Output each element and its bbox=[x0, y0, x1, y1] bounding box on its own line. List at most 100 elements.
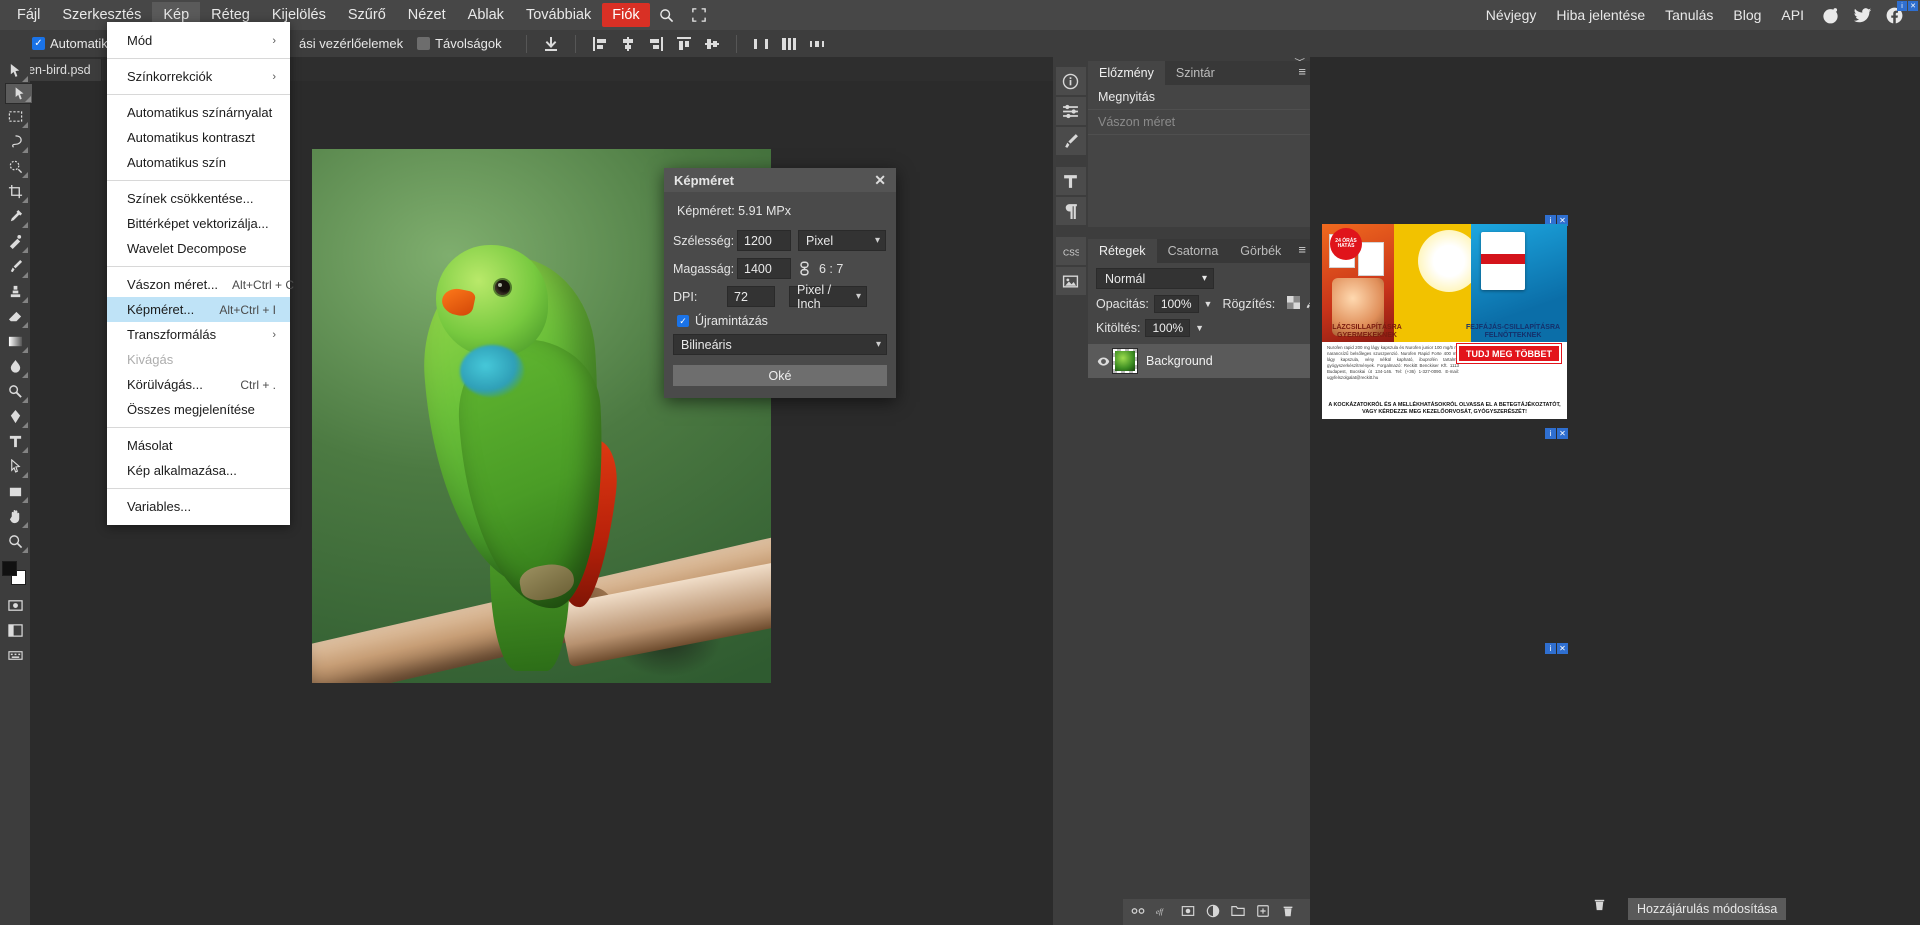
tab-gorbek[interactable]: Görbék bbox=[1229, 239, 1292, 263]
tab-csatorna[interactable]: Csatorna bbox=[1157, 239, 1230, 263]
ad-cta-button[interactable]: TUDJ MEG TÖBBET bbox=[1457, 344, 1561, 363]
image-icon[interactable] bbox=[1056, 267, 1086, 295]
tool-lasso[interactable] bbox=[1, 129, 29, 154]
ad-close-icon[interactable]: ✕ bbox=[1908, 1, 1918, 11]
ad-info-icon[interactable]: i bbox=[1897, 1, 1907, 11]
layer-thumbnail[interactable] bbox=[1112, 348, 1138, 374]
menu-item-fajl[interactable]: Fájl bbox=[6, 2, 51, 28]
tool-eyedropper[interactable] bbox=[1, 204, 29, 229]
tool-crop[interactable] bbox=[1, 179, 29, 204]
menu-item-nevjegy[interactable]: Névjegy bbox=[1476, 2, 1547, 28]
consent-tooltip[interactable]: Hozzájárulás módosítása bbox=[1628, 898, 1786, 920]
blend-mode-select[interactable]: Normál ▾ bbox=[1096, 268, 1214, 289]
panel-menu-icon[interactable]: ≡ bbox=[1298, 65, 1306, 78]
advertisement-banner[interactable]: 24 ÓRÁS HATÁS LÁZCSILLAPÍTÁSRA GYERMEKEK… bbox=[1322, 224, 1567, 419]
menu-item-bitterkepet-vektorizalja[interactable]: Bittérképet vektorizálja... bbox=[107, 211, 290, 236]
delete-layer-icon[interactable] bbox=[1281, 904, 1295, 921]
fill-dropdown-icon[interactable]: ▼ bbox=[1195, 323, 1204, 333]
tab-elozmeny[interactable]: Előzmény bbox=[1088, 61, 1165, 85]
menu-item-kepmeret[interactable]: Képméret... Alt+Ctrl + I bbox=[107, 297, 290, 322]
keyboard-icon[interactable] bbox=[1, 643, 29, 668]
auto-select-checkbox[interactable]: ✓ bbox=[32, 37, 45, 50]
menu-item-fiok[interactable]: Fiók bbox=[602, 3, 649, 27]
menu-item-hiba-jelentese[interactable]: Hiba jelentése bbox=[1546, 2, 1655, 28]
twitter-icon[interactable] bbox=[1851, 4, 1873, 26]
paragraph-icon[interactable] bbox=[1056, 197, 1086, 225]
trash-icon[interactable] bbox=[1592, 897, 1607, 915]
css-icon[interactable]: CSS bbox=[1056, 237, 1086, 265]
brush-settings-icon[interactable] bbox=[1056, 127, 1086, 155]
close-icon[interactable]: ✕ bbox=[871, 171, 889, 189]
tool-path-select[interactable] bbox=[1, 454, 29, 479]
tool-stamp[interactable] bbox=[1, 279, 29, 304]
auto-select-option[interactable]: ✓ Automatiku bbox=[32, 36, 115, 51]
adjustment-layer-icon[interactable] bbox=[1206, 904, 1220, 921]
eye-icon[interactable] bbox=[1094, 355, 1112, 368]
tool-shape[interactable] bbox=[1, 479, 29, 504]
new-group-icon[interactable] bbox=[1231, 904, 1245, 921]
menu-item-automatikus-kontraszt[interactable]: Automatikus kontraszt bbox=[107, 125, 290, 150]
ad-close-icon[interactable]: ✕ bbox=[1557, 643, 1568, 654]
ad-info-icon[interactable]: i bbox=[1545, 643, 1556, 654]
layer-effects-icon[interactable]: eff bbox=[1156, 904, 1170, 921]
tab-szintar[interactable]: Szintár bbox=[1165, 61, 1226, 85]
layer-name[interactable]: Background bbox=[1146, 354, 1213, 368]
link-layers-icon[interactable] bbox=[1131, 904, 1145, 921]
resample-option[interactable]: ✓ Újramintázás bbox=[677, 314, 887, 328]
menu-item-korulvagas[interactable]: Körülvágás... Ctrl + . bbox=[107, 372, 290, 397]
tab-retegek[interactable]: Rétegek bbox=[1088, 239, 1157, 263]
align-right-icon[interactable] bbox=[643, 33, 669, 54]
tool-quick-select[interactable] bbox=[1, 154, 29, 179]
download-icon[interactable] bbox=[538, 33, 564, 54]
menu-item-wavelet-decompose[interactable]: Wavelet Decompose bbox=[107, 236, 290, 261]
menu-item-tovabbiak[interactable]: Továbbiak bbox=[515, 2, 602, 28]
history-item-megnyitas[interactable]: Megnyitás bbox=[1088, 85, 1310, 109]
height-input[interactable] bbox=[737, 258, 791, 279]
distribute-h-icon[interactable] bbox=[748, 33, 774, 54]
lock-transparency-icon[interactable] bbox=[1287, 296, 1300, 312]
menu-item-kep-alkalmazasa[interactable]: Kép alkalmazása... bbox=[107, 458, 290, 483]
menu-item-variables[interactable]: Variables... bbox=[107, 494, 290, 519]
history-list[interactable]: Megnyitás Vászon méret bbox=[1088, 85, 1310, 227]
resample-checkbox[interactable]: ✓ bbox=[677, 315, 689, 327]
link-chain-icon[interactable] bbox=[797, 259, 812, 278]
quick-mask-icon[interactable] bbox=[1, 593, 29, 618]
menu-item-tanulas[interactable]: Tanulás bbox=[1655, 2, 1723, 28]
ad-info-icon[interactable]: i bbox=[1545, 428, 1556, 439]
opacity-dropdown-icon[interactable]: ▼ bbox=[1204, 299, 1213, 309]
menu-item-szinkorrekciok[interactable]: Színkorrekciók › bbox=[107, 64, 290, 89]
menu-item-osszes-megjelenitese[interactable]: Összes megjelenítése bbox=[107, 397, 290, 422]
distances-option[interactable]: ✓ Távolságok bbox=[417, 36, 501, 51]
tool-type[interactable] bbox=[1, 429, 29, 454]
width-unit-select[interactable]: Pixel ▾ bbox=[798, 230, 886, 251]
menu-item-szinek-csokkentese[interactable]: Színek csökkentése... bbox=[107, 186, 290, 211]
width-input[interactable] bbox=[737, 230, 791, 251]
fullscreen-icon[interactable] bbox=[683, 3, 715, 27]
panel-menu-icon[interactable]: ≡ bbox=[1298, 243, 1306, 256]
table-row[interactable]: Background bbox=[1088, 344, 1310, 378]
tool-eraser[interactable] bbox=[1, 304, 29, 329]
tool-healing-brush[interactable] bbox=[1, 229, 29, 254]
align-center-icon[interactable] bbox=[615, 33, 641, 54]
fill-value[interactable]: 100% bbox=[1145, 319, 1190, 337]
tool-marquee[interactable] bbox=[1, 104, 29, 129]
image-size-dialog[interactable]: Képméret ✕ Képméret: 5.91 MPx Szélesség:… bbox=[664, 168, 896, 398]
menu-item-masolat[interactable]: Másolat bbox=[107, 433, 290, 458]
search-icon[interactable] bbox=[650, 3, 683, 28]
info-icon[interactable] bbox=[1056, 67, 1086, 95]
dpi-input[interactable] bbox=[727, 286, 775, 307]
menu-item-automatikus-szin[interactable]: Automatikus szín bbox=[107, 150, 290, 175]
menu-item-automatikus-szinarnyalat[interactable]: Automatikus színárnyalat bbox=[107, 100, 290, 125]
distances-checkbox[interactable]: ✓ bbox=[417, 37, 430, 50]
tool-pen[interactable] bbox=[1, 404, 29, 429]
tool-move[interactable] bbox=[1, 58, 29, 83]
add-mask-icon[interactable] bbox=[1181, 904, 1195, 921]
tool-brush[interactable] bbox=[1, 254, 29, 279]
menu-item-api[interactable]: API bbox=[1771, 2, 1814, 28]
tool-dodge[interactable] bbox=[1, 379, 29, 404]
menu-item-transzformalas[interactable]: Transzformálás › bbox=[107, 322, 290, 347]
reddit-icon[interactable] bbox=[1819, 4, 1841, 26]
tool-zoom[interactable] bbox=[1, 529, 29, 554]
align-top-icon[interactable] bbox=[671, 33, 697, 54]
character-icon[interactable] bbox=[1056, 167, 1086, 195]
